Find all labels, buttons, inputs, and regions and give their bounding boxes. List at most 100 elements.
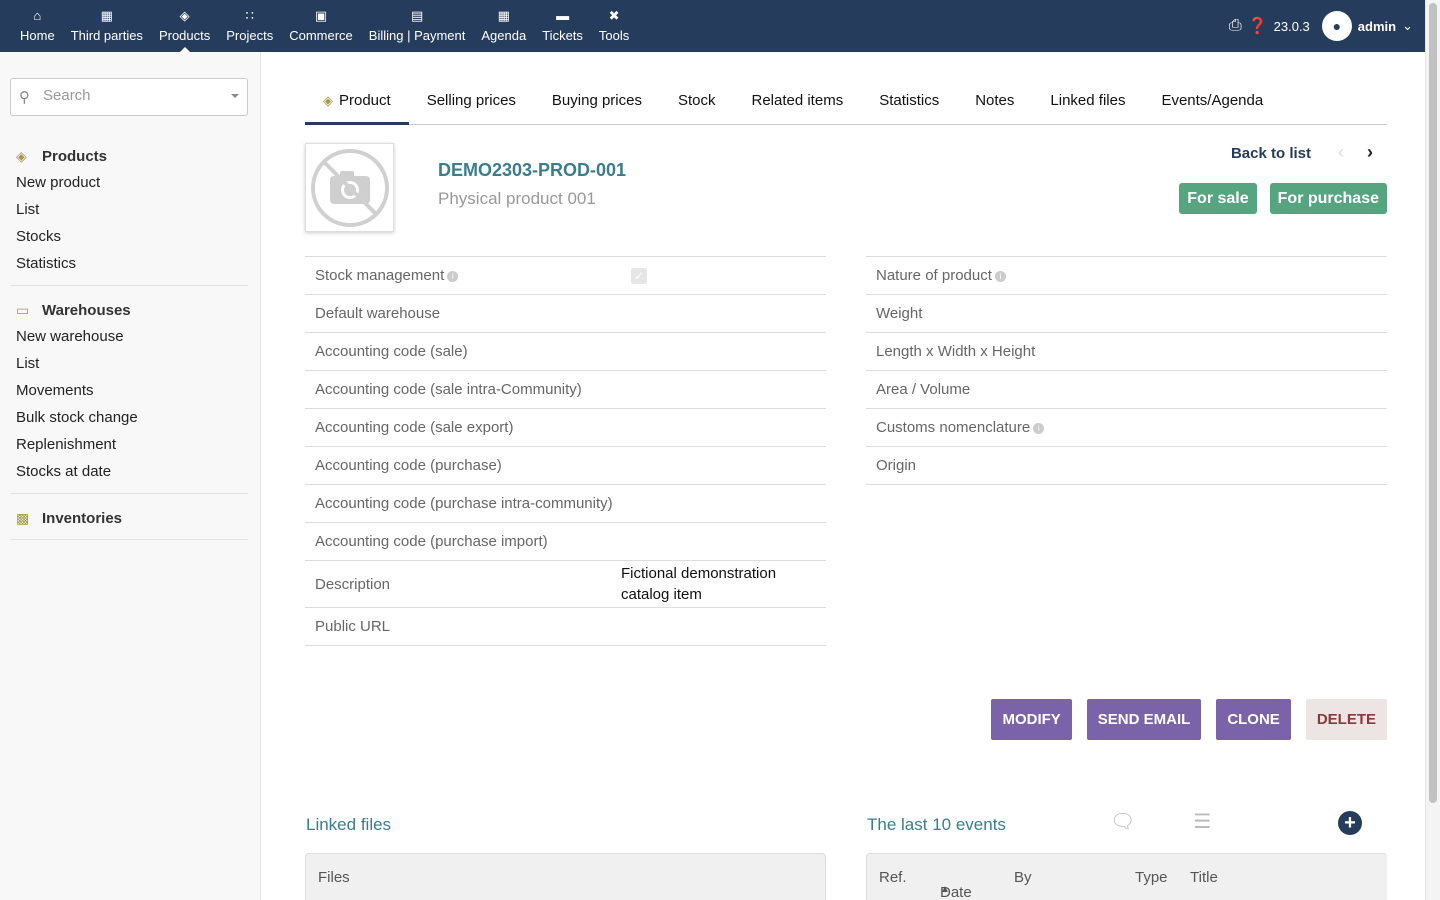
help-icon[interactable]: ❓: [1248, 16, 1268, 36]
tab-selling-prices[interactable]: Selling prices: [409, 82, 534, 125]
status-badge-for-purchase: For purchase: [1269, 183, 1387, 214]
top-right-area: ⎙ ❓ 23.0.3 ● admin ⌄: [1229, 0, 1413, 52]
events-title: The last 10 events: [867, 815, 1006, 834]
sidebar-item-bulk-stock-change[interactable]: Bulk stock change: [10, 404, 248, 431]
product-ref: DEMO2303-PROD-001: [438, 160, 627, 180]
comments-icon[interactable]: 🗨: [1110, 809, 1135, 834]
briefcase-icon: ▣: [314, 8, 328, 23]
field-row-stock-management: Stock management i ✓: [305, 256, 826, 295]
col-title[interactable]: Title: [1190, 869, 1218, 886]
right-fields-table: Nature of product i Weight Length x Width…: [866, 256, 1387, 485]
chevron-down-icon[interactable]: ⌄: [1402, 18, 1413, 34]
user-avatar-icon[interactable]: ●: [1321, 11, 1352, 41]
col-by[interactable]: By: [1014, 869, 1032, 886]
field-row-origin: Origin: [866, 446, 1387, 485]
field-row-description: Description Fictional demonstration cata…: [305, 560, 826, 608]
topnav-products[interactable]: ◈ Products: [151, 0, 218, 52]
boxes-icon: ▩: [16, 509, 30, 526]
topnav-home[interactable]: ⌂ Home: [12, 0, 63, 52]
sidebar-item-statistics[interactable]: Statistics: [10, 250, 248, 277]
description-value: Fictional demonstration catalog item: [621, 560, 826, 608]
col-type[interactable]: Type: [1135, 869, 1168, 886]
tab-related-items[interactable]: Related items: [733, 82, 861, 125]
field-row-accounting-purchase: Accounting code (purchase): [305, 446, 826, 485]
tab-product[interactable]: ◈ Product: [305, 82, 409, 125]
top-navbar: ⌂ Home ▦ Third parties ◈ Products ∷ Projects…: [0, 0, 1425, 52]
back-to-list-link[interactable]: Back to list: [1231, 145, 1311, 162]
sidebar-item-warehouse-list[interactable]: List: [10, 350, 248, 377]
sidebar-item-stocks-at-date[interactable]: Stocks at date: [10, 458, 248, 485]
product-photo[interactable]: [305, 143, 394, 232]
sidebar-head-inventories[interactable]: ▩ Inventories: [10, 505, 248, 531]
building-icon: ▦: [100, 8, 113, 23]
sidebar-item-list[interactable]: List: [10, 196, 248, 223]
print-icon[interactable]: ⎙: [1229, 17, 1242, 35]
topnav-projects[interactable]: ∷ Projects: [218, 0, 281, 52]
tab-bar: ◈ Product Selling prices Buying prices St…: [305, 82, 1387, 125]
field-row-public-url: Public URL: [305, 607, 826, 646]
list-view-icon[interactable]: ☰: [1193, 809, 1211, 834]
field-row-customs: Customs nomenclature i: [866, 408, 1387, 447]
next-record-icon[interactable]: ›: [1367, 142, 1373, 162]
warehouse-icon: ▭: [16, 301, 30, 318]
topnav-billing[interactable]: ▤ Billing | Payment: [361, 0, 474, 52]
field-row-area-volume: Area / Volume: [866, 370, 1387, 409]
menu-block-warehouses: ▭ Warehouses New warehouse List Movements…: [10, 294, 248, 494]
topnav-tools[interactable]: ✖ Tools: [591, 0, 637, 52]
version-label: 23.0.3: [1273, 18, 1310, 34]
events-header: Ref. ▲ Date By Type Title: [866, 853, 1387, 900]
scrollbar-thumb[interactable]: [1429, 3, 1437, 803]
left-fields-table: Stock management i ✓ Default warehouse Ac…: [305, 256, 826, 646]
info-icon: i: [994, 270, 1006, 282]
linked-files-header: Files: [305, 853, 826, 900]
topnav-tickets[interactable]: ▬ Tickets: [534, 0, 591, 52]
field-row-accounting-sale-export: Accounting code (sale export): [305, 408, 826, 447]
sidebar-item-movements[interactable]: Movements: [10, 377, 248, 404]
tab-notes[interactable]: Notes: [957, 82, 1032, 125]
col-ref[interactable]: Ref.: [879, 869, 907, 886]
field-row-accounting-purchase-import: Accounting code (purchase import): [305, 522, 826, 561]
tab-events-agenda[interactable]: Events/Agenda: [1143, 82, 1281, 125]
tab-buying-prices[interactable]: Buying prices: [534, 82, 660, 125]
invoice-icon: ▤: [410, 8, 424, 23]
previous-record-icon[interactable]: ‹: [1338, 142, 1344, 162]
search-input[interactable]: [43, 87, 223, 104]
tab-linked-files[interactable]: Linked files: [1032, 82, 1143, 125]
sidebar-item-stocks[interactable]: Stocks: [10, 223, 248, 250]
search-box[interactable]: ⚲: [10, 78, 248, 116]
field-row-default-warehouse: Default warehouse: [305, 294, 826, 333]
stock-management-checkbox[interactable]: ✓: [631, 268, 647, 284]
modify-button[interactable]: MODIFY: [991, 699, 1072, 740]
field-row-weight: Weight: [866, 294, 1387, 333]
info-icon: i: [1033, 422, 1045, 434]
tools-icon: ✖: [608, 8, 620, 23]
field-row-dimensions: Length x Width x Height: [866, 332, 1387, 371]
status-badges: For sale For purchase: [1166, 183, 1387, 214]
tab-statistics[interactable]: Statistics: [861, 82, 957, 125]
cube-icon: ◈: [16, 147, 27, 164]
product-label: Physical product 001: [438, 189, 596, 208]
sidebar-item-new-warehouse[interactable]: New warehouse: [10, 323, 248, 350]
tab-stock[interactable]: Stock: [660, 82, 734, 125]
top-menu: ⌂ Home ▦ Third parties ◈ Products ∷ Projects…: [12, 0, 637, 52]
delete-button[interactable]: DELETE: [1305, 699, 1387, 740]
topnav-agenda[interactable]: ▦ Agenda: [473, 0, 534, 52]
send-email-button[interactable]: SEND EMAIL: [1086, 699, 1202, 740]
vertical-scrollbar[interactable]: [1425, 0, 1440, 900]
topnav-commerce[interactable]: ▣ Commerce: [281, 0, 361, 52]
dropdown-caret-icon[interactable]: [231, 94, 239, 102]
sidebar-item-new-product[interactable]: New product: [10, 169, 248, 196]
cube-icon: ◈: [179, 8, 190, 23]
clone-button[interactable]: CLONE: [1216, 699, 1291, 740]
field-row-accounting-sale: Accounting code (sale): [305, 332, 826, 371]
linked-files-title: Linked files: [306, 815, 392, 834]
sidebar-item-replenishment[interactable]: Replenishment: [10, 431, 248, 458]
sidebar-menu: ◈ Products New product List Stocks Statis…: [10, 140, 248, 548]
topnav-third-parties[interactable]: ▦ Third parties: [63, 0, 151, 52]
field-row-nature: Nature of product i: [866, 256, 1387, 295]
left-sidebar: ⚲ ◈Products New product List Stocks Stat…: [0, 52, 261, 900]
sidebar-head-warehouses[interactable]: ▭ Warehouses: [10, 297, 248, 323]
add-event-icon[interactable]: +: [1338, 811, 1362, 835]
user-name[interactable]: admin: [1358, 19, 1396, 34]
sidebar-head-products[interactable]: ◈ Products: [10, 143, 248, 169]
